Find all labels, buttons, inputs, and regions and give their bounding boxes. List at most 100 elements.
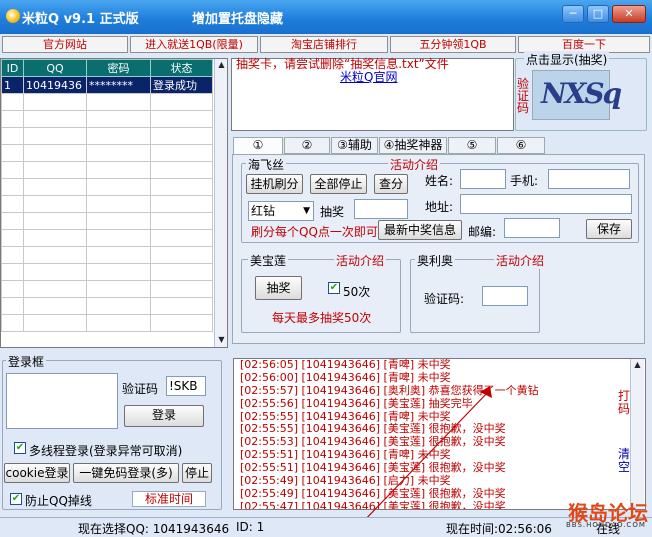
scroll-up-icon[interactable]: ▲ [216, 59, 227, 71]
toolbar-taobao-rank[interactable]: 淘宝店铺排行 [260, 36, 388, 53]
aoliao-legend: 奥利奥 [415, 252, 456, 269]
save-button[interactable]: 保存 [586, 219, 632, 239]
table-cell: ******** [86, 76, 151, 94]
column-header[interactable]: ID [1, 59, 24, 77]
table-row[interactable] [1, 127, 213, 145]
table-cell: 1 [1, 76, 24, 94]
toolbar-five-min-qb[interactable]: 五分钟领1QB [390, 36, 516, 53]
minimize-button[interactable]: ─ [562, 5, 584, 23]
meibaolian-hint: 每天最多抽奖50次 [272, 311, 372, 325]
scroll-down-icon[interactable]: ▼ [216, 334, 227, 346]
table-cell: 登录成功 [150, 76, 213, 94]
login-button[interactable]: 登录 [124, 405, 204, 427]
toolbar-free-qb[interactable]: 进入就送1QB(限量) [130, 36, 258, 53]
anti-drop-checkbox[interactable]: ✔ [10, 493, 22, 505]
cookie-login-button[interactable]: cookie登录 [4, 463, 70, 483]
table-row[interactable] [1, 263, 213, 281]
tab-assist[interactable]: ③辅助 [331, 137, 378, 154]
scroll-up-icon[interactable]: ▲ [632, 359, 643, 371]
diamond-select[interactable]: 红钻 ▼ [248, 201, 314, 221]
aoliao-activity-link[interactable]: 活动介绍 [494, 252, 547, 269]
name-input[interactable] [460, 169, 506, 189]
hang-score-button[interactable]: 挂机刷分 [246, 174, 303, 194]
window-title: 米粒Q v9.1 正式版 [22, 12, 139, 27]
login-captcha-value: !SKB [169, 379, 198, 393]
table-row[interactable] [1, 110, 213, 128]
address-input[interactable] [460, 194, 632, 214]
login-captcha-input[interactable]: !SKB [166, 376, 206, 396]
table-row[interactable] [1, 212, 213, 230]
stop-all-button[interactable]: 全部停止 [310, 174, 367, 194]
zip-input[interactable] [504, 218, 560, 238]
official-site-link[interactable]: 米粒Q官网 [340, 68, 397, 85]
meibaolian-activity-link[interactable]: 活动介绍 [334, 252, 387, 269]
maximize-icon: □ [592, 7, 604, 20]
multithread-label: 多线程登录(登录异常可取消) [29, 444, 183, 458]
log-scrollbar[interactable]: ▲ [630, 359, 644, 509]
login-legend: 登录框 [6, 353, 47, 370]
close-icon: ✕ [624, 7, 634, 20]
table-row[interactable] [1, 297, 213, 315]
captcha-image-text: NXSq [541, 77, 622, 110]
phone-label: 手机: [510, 174, 539, 188]
tab-2[interactable]: ② [284, 137, 330, 154]
aoliao-captcha-input[interactable] [482, 286, 528, 306]
status-time: 现在时间:02:56:06 [446, 522, 552, 536]
tab-lottery[interactable]: ④抽奖神器 [379, 137, 447, 154]
log-line: [02:56:05] [1041943646] [青啤] 未中奖 [240, 358, 451, 371]
diamond-select-value: 红钻 [251, 204, 276, 218]
watermark-url: BBS.HOUDAO.COM [566, 521, 646, 529]
annotation-arrow [359, 386, 492, 526]
zip-label: 邮编: [468, 225, 497, 239]
address-label: 地址: [425, 200, 454, 214]
table-row[interactable] [1, 246, 213, 264]
table-row[interactable] [1, 93, 213, 111]
table-row[interactable] [1, 144, 213, 162]
captcha-legend[interactable]: 点击显示(抽奖) [524, 51, 610, 68]
maximize-button[interactable]: □ [587, 5, 609, 23]
haifeisi-hint: 刷分每个QQ点一次即可 [251, 225, 378, 239]
standard-time-button[interactable]: 标准时间 [132, 491, 206, 507]
phone-input[interactable] [548, 169, 630, 189]
haifeisi-activity-link[interactable]: 活动介绍 [388, 156, 441, 173]
app-logo-icon [6, 9, 20, 23]
fifty-times-checkbox[interactable]: ✔ [328, 282, 340, 294]
tab-5[interactable]: ⑤ [448, 137, 496, 154]
table-row[interactable] [1, 195, 213, 213]
login-stop-button[interactable]: 停止 [182, 463, 212, 483]
table-cell: 10419436 [23, 76, 87, 94]
captcha-label: 验证码 [517, 77, 530, 115]
one-click-login-button[interactable]: 一键免码登录(多) [73, 463, 179, 483]
table-row[interactable] [1, 280, 213, 298]
name-label: 姓名: [425, 174, 454, 188]
table-header: ID QQ 密码 状态 [1, 59, 213, 77]
check-score-button[interactable]: 查分 [374, 174, 408, 194]
toolbar-official-site[interactable]: 官方网站 [2, 36, 128, 53]
multithread-checkbox[interactable]: ✔ [14, 442, 26, 454]
anti-drop-label: 防止QQ掉线 [25, 494, 92, 508]
table-row[interactable] [1, 314, 213, 332]
table-row[interactable] [1, 161, 213, 179]
latest-prize-button[interactable]: 最新中奖信息 [378, 220, 462, 240]
account-table: ID QQ 密码 状态 1 10419436 ******** 登录成功 [0, 58, 228, 348]
aoliao-captcha-label: 验证码: [424, 292, 465, 306]
table-scrollbar[interactable]: ▲ ▼ [214, 59, 227, 347]
minimize-icon: ─ [569, 7, 577, 20]
meibaolian-draw-button[interactable]: 抽奖 [255, 276, 302, 300]
haifeisi-legend: 海飞丝 [246, 156, 287, 173]
draw-count-input[interactable] [354, 199, 408, 219]
tab-6[interactable]: ⑥ [497, 137, 545, 154]
fifty-times-label: 50次 [343, 285, 371, 299]
status-id: ID: 1 [236, 520, 265, 534]
draw-label: 抽奖 [320, 205, 345, 219]
table-row[interactable] [1, 178, 213, 196]
table-row[interactable] [1, 229, 213, 247]
column-header[interactable]: 状态 [150, 59, 213, 77]
column-header[interactable]: 密码 [86, 59, 151, 77]
column-header[interactable]: QQ [23, 59, 87, 77]
meibaolian-legend: 美宝莲 [248, 252, 289, 269]
captcha-image[interactable]: NXSq [532, 70, 622, 120]
login-textarea[interactable] [6, 373, 118, 429]
close-button[interactable]: ✕ [612, 5, 646, 23]
table-row[interactable]: 1 10419436 ******** 登录成功 [1, 76, 213, 94]
